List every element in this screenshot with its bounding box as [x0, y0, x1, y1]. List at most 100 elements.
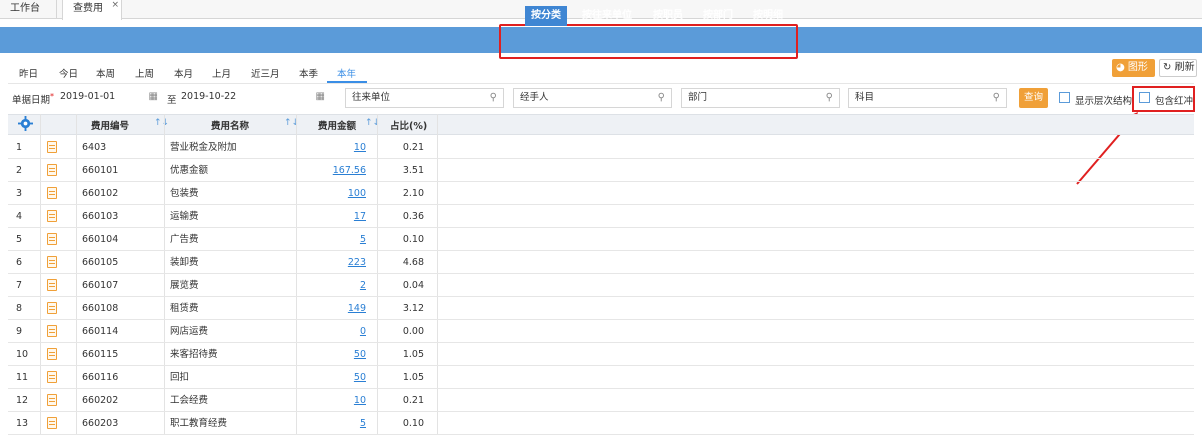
period-this-quarter[interactable]: 本季 [299, 66, 318, 80]
tab-by-detail[interactable]: 按明细 [747, 6, 789, 26]
date-label: 单据日期* [12, 92, 54, 106]
search-icon[interactable]: ⚲ [490, 89, 497, 107]
date-to-value: 2019-10-22 [181, 91, 237, 102]
table-row[interactable]: 11 660116 回扣 50 1.05 [8, 366, 1194, 389]
period-this-year[interactable]: 本年 [337, 66, 356, 80]
period-last-three-months[interactable]: 近三月 [251, 66, 280, 80]
row-index: 7 [16, 280, 23, 291]
expense-amount-link[interactable]: 17 [354, 205, 366, 228]
tab-by-department[interactable]: 按部门 [697, 6, 739, 26]
expense-percent: 0.00 [402, 326, 424, 337]
chart-button-label: 图形 [1127, 62, 1148, 73]
sort-icon[interactable]: ↑↓ [154, 118, 169, 128]
subject-input[interactable]: 科目 ⚲ [848, 88, 1007, 108]
document-icon[interactable] [47, 371, 57, 383]
refresh-button[interactable]: ↻ 刷新 [1159, 59, 1197, 77]
expense-amount-link[interactable]: 10 [354, 136, 366, 159]
table-row[interactable]: 9 660114 网店运费 0 0.00 [8, 320, 1194, 343]
header-percent[interactable]: 占比(%) [390, 118, 427, 132]
expense-name: 租赁费 [170, 303, 199, 314]
table-row[interactable]: 3 660102 包装费 100 2.10 [8, 182, 1194, 205]
expense-amount-link[interactable]: 5 [360, 228, 366, 251]
document-icon[interactable] [47, 417, 57, 429]
document-icon[interactable] [47, 279, 57, 291]
table-row[interactable]: 6 660105 装卸费 223 4.68 [8, 251, 1194, 274]
document-icon[interactable] [47, 187, 57, 199]
handler-input[interactable]: 经手人 ⚲ [513, 88, 672, 108]
expense-amount-link[interactable]: 167.56 [333, 159, 366, 182]
department-placeholder: 部门 [688, 92, 708, 103]
show-hierarchy-checkbox[interactable] [1059, 92, 1070, 103]
chart-button[interactable]: ◕ 图形 [1112, 59, 1155, 77]
expense-amount-link[interactable]: 10 [354, 389, 366, 412]
expense-amount-link[interactable]: 0 [360, 320, 366, 343]
expense-amount-link[interactable]: 50 [354, 366, 366, 389]
document-icon[interactable] [47, 233, 57, 245]
query-button[interactable]: 查询 [1019, 88, 1048, 108]
row-index: 9 [16, 326, 23, 337]
document-icon[interactable] [47, 141, 57, 153]
expense-percent: 0.21 [402, 395, 424, 406]
tab-by-category[interactable]: 按分类 [525, 6, 567, 26]
date-from-field[interactable]: 2019-01-01 ▦ [54, 88, 164, 108]
period-last-week[interactable]: 上周 [135, 66, 154, 80]
table-row[interactable]: 13 660203 职工教育经费 5 0.10 [8, 412, 1194, 435]
tab-query-expense[interactable]: 查费用 × [62, 0, 122, 20]
period-this-week[interactable]: 本周 [96, 66, 115, 80]
row-index: 1 [16, 142, 23, 153]
gear-icon[interactable] [18, 116, 33, 131]
partner-input[interactable]: 往来单位 ⚲ [345, 88, 504, 108]
period-yesterday[interactable]: 昨日 [19, 66, 38, 80]
header-amount[interactable]: 费用金额 [318, 118, 356, 132]
search-icon[interactable]: ⚲ [993, 89, 1000, 107]
calendar-icon[interactable]: ▦ [149, 88, 158, 106]
expense-code: 660116 [82, 372, 119, 383]
search-icon[interactable]: ⚲ [826, 89, 833, 107]
tab-workbench[interactable]: 工作台 [0, 0, 57, 19]
table-row[interactable]: 1 6403 营业税金及附加 10 0.21 [8, 136, 1194, 159]
tab-by-employee[interactable]: 按职员 [647, 6, 689, 26]
expense-amount-link[interactable]: 149 [348, 297, 366, 320]
table-row[interactable]: 8 660108 租赁费 149 3.12 [8, 297, 1194, 320]
tab-by-partner[interactable]: 按往来单位 [576, 6, 638, 26]
document-icon[interactable] [47, 256, 57, 268]
table-row[interactable]: 2 660101 优惠金额 167.56 3.51 [8, 159, 1194, 182]
document-icon[interactable] [47, 210, 57, 222]
partner-placeholder: 往来单位 [352, 92, 391, 103]
search-icon[interactable]: ⚲ [658, 89, 665, 107]
close-icon[interactable]: × [111, 0, 119, 14]
date-label-text: 单据日期 [12, 95, 51, 106]
table-row[interactable]: 7 660107 展览费 2 0.04 [8, 274, 1194, 297]
expense-amount-link[interactable]: 50 [354, 343, 366, 366]
expense-amount-link[interactable]: 2 [360, 274, 366, 297]
header-name[interactable]: 费用名称 [211, 118, 249, 132]
row-index: 11 [16, 372, 29, 383]
expense-amount-link[interactable]: 5 [360, 412, 366, 435]
header-code[interactable]: 费用编号 [91, 118, 129, 132]
document-icon[interactable] [47, 325, 57, 337]
document-icon[interactable] [47, 394, 57, 406]
department-input[interactable]: 部门 ⚲ [681, 88, 840, 108]
period-last-month[interactable]: 上月 [212, 66, 231, 80]
include-red-checkbox[interactable] [1139, 92, 1150, 103]
expense-amount-link[interactable]: 223 [348, 251, 366, 274]
calendar-icon[interactable]: ▦ [316, 88, 325, 106]
row-index: 4 [16, 211, 23, 222]
row-index: 5 [16, 234, 23, 245]
show-hierarchy-label: 显示层次结构 [1075, 96, 1133, 107]
table-row[interactable]: 12 660202 工会经费 10 0.21 [8, 389, 1194, 412]
table-row[interactable]: 4 660103 运输费 17 0.36 [8, 205, 1194, 228]
period-today[interactable]: 今日 [59, 66, 78, 80]
expense-name: 优惠金额 [170, 165, 209, 176]
table-row[interactable]: 10 660115 来客招待费 50 1.05 [8, 343, 1194, 366]
document-icon[interactable] [47, 348, 57, 360]
period-this-month[interactable]: 本月 [174, 66, 193, 80]
include-red-label: 包含红冲 [1155, 96, 1194, 107]
document-icon[interactable] [47, 164, 57, 176]
expense-name: 包装费 [170, 188, 199, 199]
date-to-field[interactable]: 2019-10-22 ▦ [177, 88, 331, 108]
expense-name: 营业税金及附加 [170, 142, 237, 153]
document-icon[interactable] [47, 302, 57, 314]
table-row[interactable]: 5 660104 广告费 5 0.10 [8, 228, 1194, 251]
expense-amount-link[interactable]: 100 [348, 182, 366, 205]
